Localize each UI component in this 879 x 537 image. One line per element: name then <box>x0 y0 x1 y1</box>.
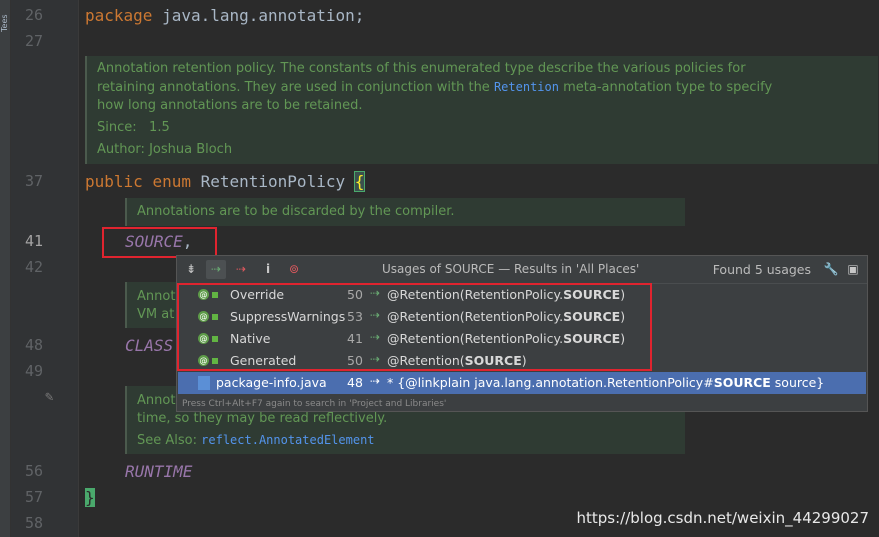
java-file-icon <box>198 376 210 390</box>
doc-since: Since: 1.5 <box>97 120 170 135</box>
line-number: 37 <box>24 172 43 190</box>
line-number: 58 <box>24 514 43 532</box>
code-line-closing-brace[interactable]: } <box>85 488 95 508</box>
rendered-doc-comment: Annotation retention policy. The constan… <box>85 56 878 164</box>
line-number: 49 <box>24 362 43 380</box>
pin-window-icon[interactable]: ▣ <box>843 260 863 279</box>
line-number: 26 <box>24 6 43 24</box>
doc-line: retaining annotations. They are used in … <box>97 80 773 95</box>
write-access-icon[interactable]: ⇢ <box>231 260 251 279</box>
enum-constant-class[interactable]: CLASS <box>125 336 173 355</box>
usage-count: Found 5 usages <box>712 262 811 277</box>
doc-author: Author: Joshua Bloch <box>97 142 233 157</box>
line-number: 56 <box>24 462 43 480</box>
edit-pencil-icon[interactable]: ✎ <box>45 389 53 405</box>
code-line-package[interactable]: package java.lang.annotation; <box>85 6 364 26</box>
doc-line: Annotation retention policy. The constan… <box>97 61 746 76</box>
read-arrow-icon: ⇢ <box>370 374 381 388</box>
enum-name: RetentionPolicy <box>190 172 355 191</box>
tool-window-strip[interactable]: Tees <box>0 0 11 537</box>
doc-line: how long annotations are to be retained. <box>97 98 363 113</box>
highlight-box-source <box>102 227 217 258</box>
line-number-gutter: 26 27 37 41 42 48 49 56 57 58 <box>11 0 79 537</box>
wrench-icon[interactable]: 🔧 <box>821 260 841 279</box>
doc-comment-source: Annotations are to be discarded by the c… <box>125 198 685 226</box>
usage-row-selected[interactable]: package-info.java 48 ⇢ * {@linkplain jav… <box>178 372 866 394</box>
line-number: 27 <box>24 32 43 50</box>
line-number: 42 <box>24 258 43 276</box>
matched-brace-close: } <box>85 488 95 507</box>
code-line-runtime[interactable]: RUNTIME <box>125 462 192 482</box>
gutter-separator <box>78 0 79 537</box>
line-number: 48 <box>24 336 43 354</box>
watermark: https://blog.csdn.net/weixin_44299027 <box>576 509 869 527</box>
highlight-box-usages <box>177 283 652 371</box>
code-line-class[interactable]: CLASS <box>125 336 173 356</box>
popup-toolbar: ⇟ ⇢ ⇢ i ⊚ Usages of SOURCE — Results in … <box>177 256 867 284</box>
keyword: package <box>85 6 153 25</box>
merge-usages-icon[interactable]: ⇟ <box>181 260 201 279</box>
settings-icon[interactable]: ⊚ <box>284 260 304 279</box>
matched-brace: { <box>353 171 366 192</box>
info-icon[interactable]: i <box>258 260 278 279</box>
enum-constant-runtime[interactable]: RUNTIME <box>125 462 192 481</box>
popup-hint: Press Ctrl+Alt+F7 again to search in 'Pr… <box>182 399 447 409</box>
package-name: java.lang.annotation; <box>152 6 365 25</box>
code-line-enum-declaration[interactable]: public enum RetentionPolicy { <box>85 171 366 192</box>
doc-link-retention[interactable]: Retention <box>494 80 559 94</box>
read-access-icon[interactable]: ⇢ <box>206 260 226 279</box>
line-number-current: 41 <box>24 232 43 250</box>
doc-link-annotated-element[interactable]: reflect.AnnotatedElement <box>201 433 374 447</box>
line-number: 57 <box>24 488 43 506</box>
tool-window-label[interactable]: Tees <box>0 2 10 32</box>
popup-title: Usages of SOURCE — Results in 'All Place… <box>382 262 640 276</box>
